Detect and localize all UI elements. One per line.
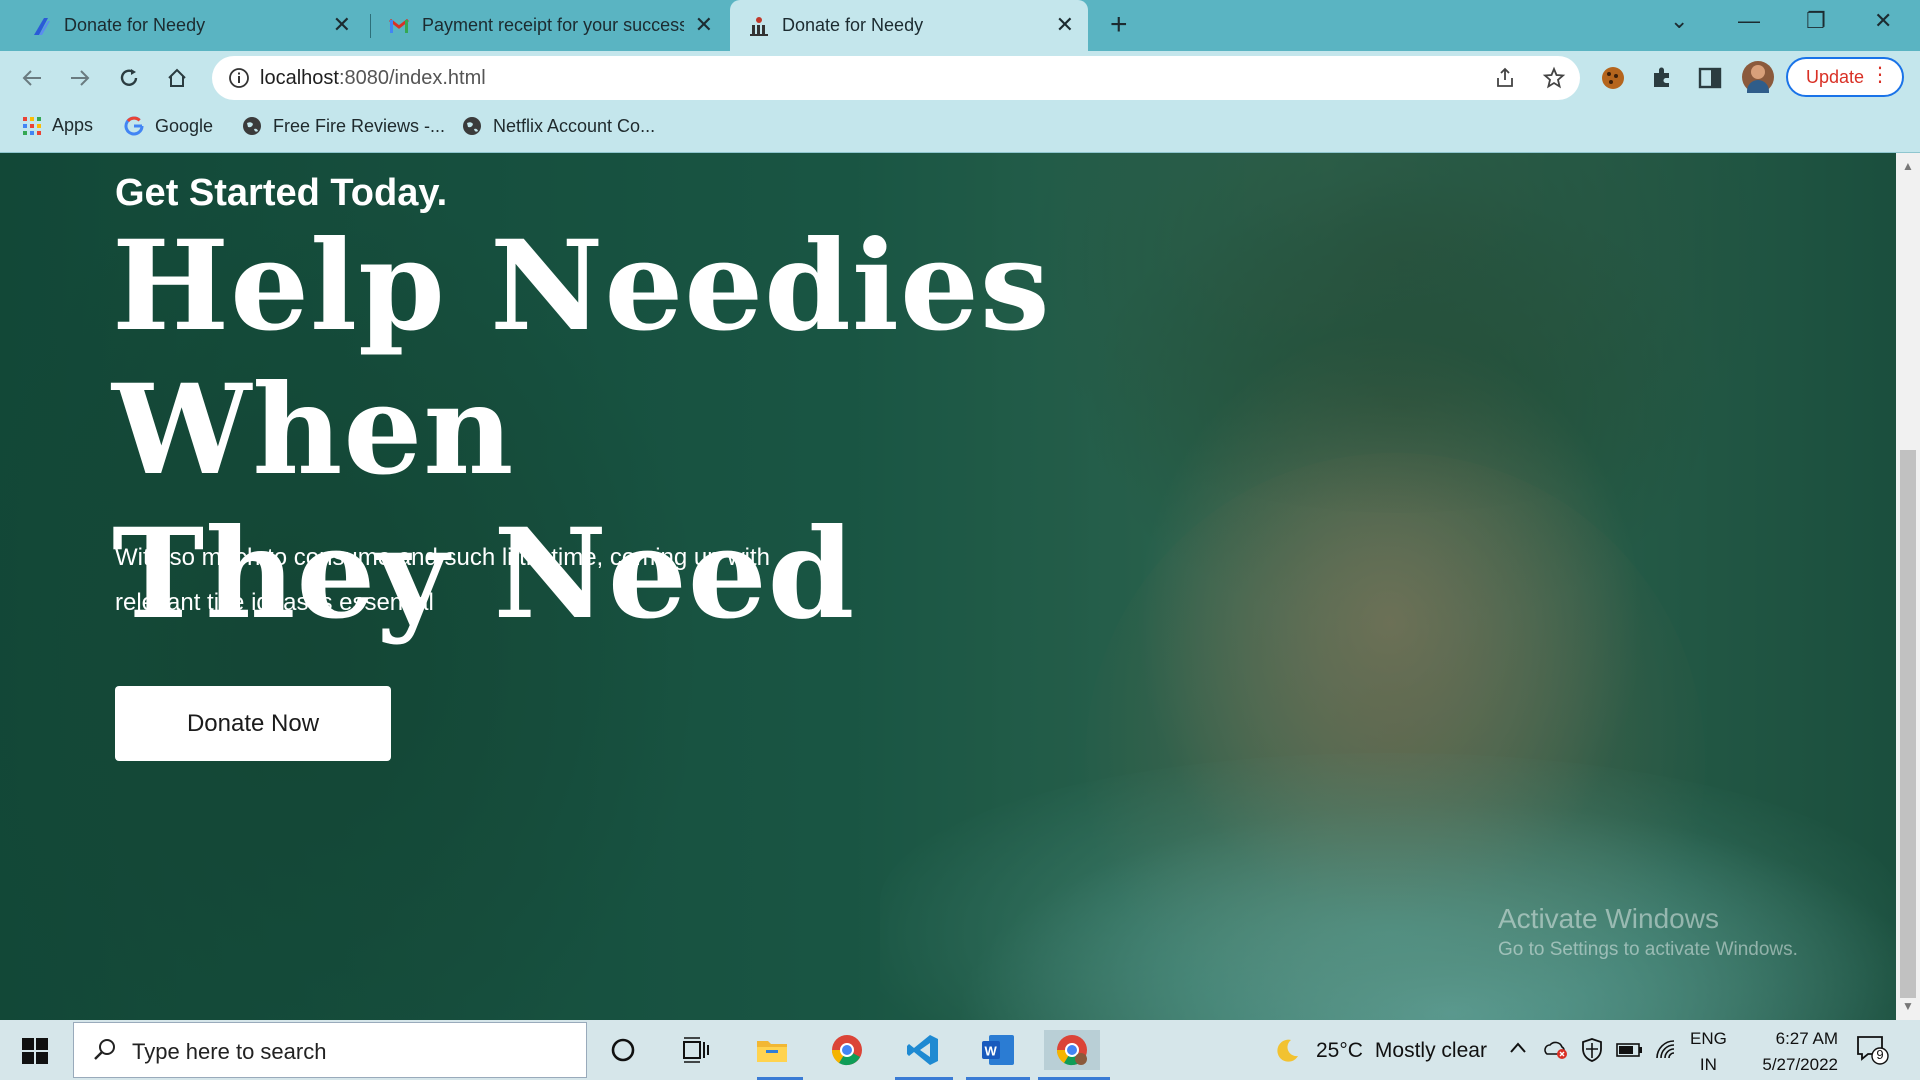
site-info-icon[interactable] bbox=[228, 67, 250, 89]
close-tab-icon[interactable]: ✕ bbox=[695, 12, 713, 38]
search-placeholder: Type here to search bbox=[132, 1039, 327, 1064]
page-scrollbar[interactable]: ▲ ▼ bbox=[1896, 153, 1920, 1020]
watermark-title: Activate Windows bbox=[1498, 903, 1719, 934]
language-indicator[interactable]: ENG IN bbox=[1690, 1026, 1727, 1078]
more-menu-icon[interactable]: ⋮ bbox=[1870, 65, 1890, 85]
task-view-icon[interactable] bbox=[676, 1030, 716, 1070]
home-icon[interactable] bbox=[160, 61, 194, 95]
tab-payment-receipt[interactable]: Payment receipt for your successful ✕ bbox=[372, 0, 727, 51]
tab-donate-for-needy-active[interactable]: Donate for Needy ✕ bbox=[730, 0, 1088, 51]
hero-section: Get Started Today. Help Needies When The… bbox=[0, 153, 1896, 1020]
minimize-icon[interactable]: — bbox=[1738, 8, 1760, 34]
forward-icon[interactable] bbox=[63, 61, 97, 95]
google-icon bbox=[124, 116, 144, 136]
url-path: :8080/index.html bbox=[338, 67, 486, 89]
chrome-profile-icon[interactable] bbox=[1044, 1030, 1100, 1070]
wifi-icon[interactable] bbox=[1654, 1038, 1678, 1060]
chrome-icon[interactable] bbox=[827, 1030, 867, 1070]
weather-desc: Mostly clear bbox=[1374, 1039, 1487, 1062]
url-text[interactable]: localhost:8080/index.html bbox=[260, 67, 486, 90]
bookmark-label: Google bbox=[155, 115, 214, 136]
close-tab-icon[interactable]: ✕ bbox=[333, 12, 351, 38]
bookmark-apps[interactable]: Apps bbox=[22, 115, 93, 136]
tab-search-chevron-icon[interactable]: ⌄ bbox=[1670, 8, 1688, 34]
taskbar-search-box[interactable]: Type here to search bbox=[73, 1022, 587, 1078]
bookmarks-bar: Apps Google Free Fire Reviews -... Netfl… bbox=[0, 105, 1920, 153]
tab-title: Donate for Needy bbox=[64, 15, 206, 35]
bookmark-google[interactable]: Google bbox=[123, 115, 213, 137]
bookmark-label: Free Fire Reviews -... bbox=[273, 115, 446, 136]
new-tab-plus-icon[interactable]: + bbox=[1110, 8, 1128, 42]
app-icon bbox=[34, 17, 50, 35]
battery-icon[interactable] bbox=[1616, 1042, 1644, 1058]
security-shield-icon[interactable] bbox=[1581, 1038, 1603, 1062]
windows-start-icon[interactable] bbox=[22, 1038, 48, 1064]
bookmark-label: Netflix Account Co... bbox=[493, 115, 656, 136]
gmail-icon bbox=[389, 18, 409, 33]
address-bar[interactable]: localhost:8080/index.html bbox=[212, 56, 1580, 100]
restore-icon[interactable]: ❐ bbox=[1806, 8, 1826, 34]
onedrive-error-icon[interactable] bbox=[1542, 1038, 1568, 1060]
globe-icon bbox=[463, 117, 481, 135]
vscode-icon[interactable] bbox=[903, 1030, 943, 1070]
browser-toolbar: localhost:8080/index.html Update ⋮ bbox=[0, 51, 1920, 105]
extensions-puzzle-icon[interactable] bbox=[1649, 65, 1675, 91]
scroll-up-arrow-icon[interactable]: ▲ bbox=[1902, 159, 1914, 173]
tab-title: Donate for Needy bbox=[782, 15, 924, 35]
weather-widget[interactable]: 25°C Mostly clear bbox=[1272, 1036, 1487, 1066]
globe-icon bbox=[243, 117, 261, 135]
language-code: ENG bbox=[1690, 1029, 1727, 1048]
bookmark-label: Apps bbox=[52, 115, 94, 135]
weather-temp: 25°C bbox=[1316, 1039, 1363, 1062]
profile-avatar[interactable] bbox=[1742, 61, 1774, 93]
system-clock[interactable]: 6:27 AM 5/27/2022 bbox=[1742, 1026, 1838, 1078]
hero-eyebrow: Get Started Today. bbox=[115, 172, 448, 214]
activate-windows-watermark: Activate Windows Go to Settings to activ… bbox=[1498, 903, 1798, 961]
cortana-icon[interactable] bbox=[603, 1030, 643, 1070]
headline-line-1: Help Needies When bbox=[112, 214, 1051, 503]
charity-icon bbox=[750, 16, 768, 36]
region-code: IN bbox=[1699, 1055, 1717, 1074]
tab-divider bbox=[370, 14, 371, 38]
moon-icon bbox=[1277, 1039, 1298, 1062]
windows-taskbar: Type here to search W 25°C Mostly clear … bbox=[0, 1020, 1920, 1080]
update-label: Update bbox=[1806, 66, 1865, 87]
tab-title: Payment receipt for your successful bbox=[422, 15, 684, 35]
cookie-extension-icon[interactable] bbox=[1600, 65, 1626, 91]
search-icon bbox=[94, 1039, 115, 1060]
bookmark-netflix-account[interactable]: Netflix Account Co... bbox=[461, 115, 655, 137]
watermark-subtitle: Go to Settings to activate Windows. bbox=[1498, 939, 1798, 960]
reload-icon[interactable] bbox=[112, 61, 146, 95]
word-icon[interactable]: W bbox=[978, 1030, 1018, 1070]
bookmark-free-fire-reviews[interactable]: Free Fire Reviews -... bbox=[241, 115, 445, 137]
clock-date: 5/27/2022 bbox=[1762, 1055, 1838, 1074]
notification-center-icon[interactable]: 9 bbox=[1856, 1034, 1890, 1071]
close-tab-icon[interactable]: ✕ bbox=[1056, 12, 1074, 38]
share-icon[interactable] bbox=[1494, 66, 1518, 90]
back-icon[interactable] bbox=[15, 61, 49, 95]
tab-strip: Donate for Needy ✕ Payment receipt for y… bbox=[0, 0, 1920, 51]
bookmark-star-icon[interactable] bbox=[1542, 66, 1566, 90]
close-window-icon[interactable]: ✕ bbox=[1874, 8, 1892, 34]
notification-count: 9 bbox=[1876, 1047, 1884, 1062]
side-panel-icon[interactable] bbox=[1697, 65, 1723, 91]
scroll-down-arrow-icon[interactable]: ▼ bbox=[1902, 999, 1914, 1013]
donate-now-button[interactable]: Donate Now bbox=[115, 686, 391, 761]
hero-subtitle: With so much to consume and such little … bbox=[115, 544, 770, 616]
update-button[interactable]: Update ⋮ bbox=[1786, 57, 1904, 97]
scrollbar-thumb[interactable] bbox=[1900, 450, 1916, 998]
tab-donate-for-needy-1[interactable]: Donate for Needy ✕ bbox=[0, 0, 365, 51]
url-host: localhost bbox=[260, 67, 339, 89]
apps-grid-icon bbox=[23, 116, 41, 135]
svg-text:W: W bbox=[985, 1044, 998, 1059]
clock-time: 6:27 AM bbox=[1775, 1029, 1838, 1048]
file-explorer-icon[interactable] bbox=[752, 1030, 792, 1070]
chevron-up-icon[interactable] bbox=[1508, 1038, 1528, 1058]
